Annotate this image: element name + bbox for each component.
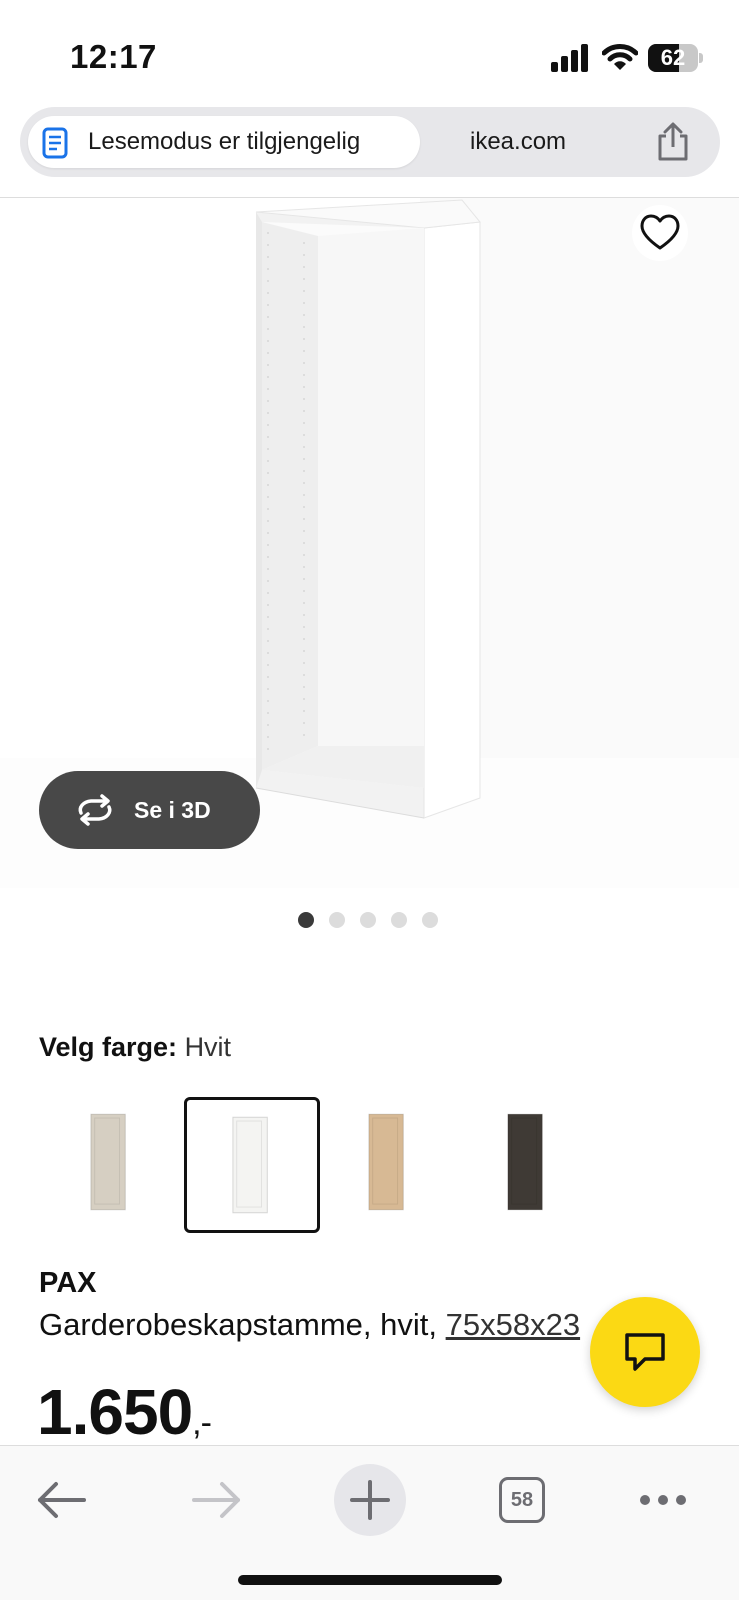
status-time: 12:17 xyxy=(70,38,157,75)
selected-color: Hvit xyxy=(184,1032,232,1062)
url-domain[interactable]: ikea.com xyxy=(470,107,566,177)
color-picker-label: Velg farge: Hvit xyxy=(39,1032,231,1063)
gallery-pagination[interactable] xyxy=(298,912,448,930)
share-icon[interactable] xyxy=(654,122,692,162)
back-button[interactable] xyxy=(26,1464,98,1536)
product-description-text: Garderobeskapstamme, hvit, xyxy=(39,1307,446,1342)
color-swatch[interactable] xyxy=(323,1097,459,1233)
price-suffix: ,- xyxy=(192,1404,212,1442)
status-bar: 12:17 62 xyxy=(0,0,739,100)
wardrobe-thumbnail-icon xyxy=(368,1113,404,1211)
see-in-3d-button[interactable]: Se i 3D xyxy=(39,771,260,849)
battery-indicator: 62 xyxy=(648,44,703,72)
color-label-text: Velg farge: xyxy=(39,1032,178,1062)
gallery-dot[interactable] xyxy=(329,912,345,928)
back-arrow-icon xyxy=(38,1482,86,1518)
gallery-dot[interactable] xyxy=(298,912,314,928)
wardrobe-thumbnail-icon xyxy=(232,1116,268,1214)
gallery-dot[interactable] xyxy=(422,912,438,928)
tab-count: 58 xyxy=(499,1477,545,1523)
favorite-button[interactable] xyxy=(632,205,688,261)
home-indicator xyxy=(238,1575,502,1585)
reader-mode-label: Lesemodus er tilgjengelig xyxy=(88,128,361,155)
new-tab-button[interactable] xyxy=(334,1464,406,1536)
gallery-dot[interactable] xyxy=(360,912,376,928)
tabs-button[interactable]: 58 xyxy=(486,1464,558,1536)
forward-button[interactable] xyxy=(180,1464,252,1536)
reader-mode-icon xyxy=(42,127,68,159)
reader-mode-button[interactable]: Lesemodus er tilgjengelig xyxy=(28,116,420,168)
chat-bubble-icon xyxy=(625,1333,665,1371)
plus-icon xyxy=(350,1480,390,1520)
color-swatch[interactable] xyxy=(462,1097,598,1233)
battery-icon: 62 xyxy=(648,44,698,72)
battery-level: 62 xyxy=(660,45,686,70)
forward-arrow-icon xyxy=(192,1482,240,1518)
color-swatches xyxy=(45,1097,645,1233)
address-bar[interactable]: Lesemodus er tilgjengelig ikea.com xyxy=(20,107,720,177)
see-in-3d-label: Se i 3D xyxy=(134,797,211,823)
battery-tip xyxy=(699,53,703,63)
wardrobe-thumbnail-icon xyxy=(90,1113,126,1211)
price-value: 1.650 xyxy=(37,1376,193,1448)
color-swatch[interactable] xyxy=(184,1097,320,1233)
product-description: Garderobeskapstamme, hvit, 75x58x23 xyxy=(39,1307,580,1343)
gallery-dot[interactable] xyxy=(391,912,407,928)
wardrobe-thumbnail-icon xyxy=(507,1113,543,1211)
more-icon xyxy=(640,1495,686,1505)
rotate-3d-icon xyxy=(78,794,112,826)
heart-icon xyxy=(640,214,680,250)
wifi-icon xyxy=(602,44,638,70)
product-name: PAX xyxy=(39,1267,97,1299)
product-price: 1.650,- xyxy=(37,1375,212,1449)
color-swatch[interactable] xyxy=(45,1097,181,1233)
more-button[interactable] xyxy=(627,1464,699,1536)
chat-button[interactable] xyxy=(590,1297,700,1407)
cellular-signal-icon xyxy=(551,44,588,72)
product-size-link[interactable]: 75x58x23 xyxy=(446,1307,580,1342)
